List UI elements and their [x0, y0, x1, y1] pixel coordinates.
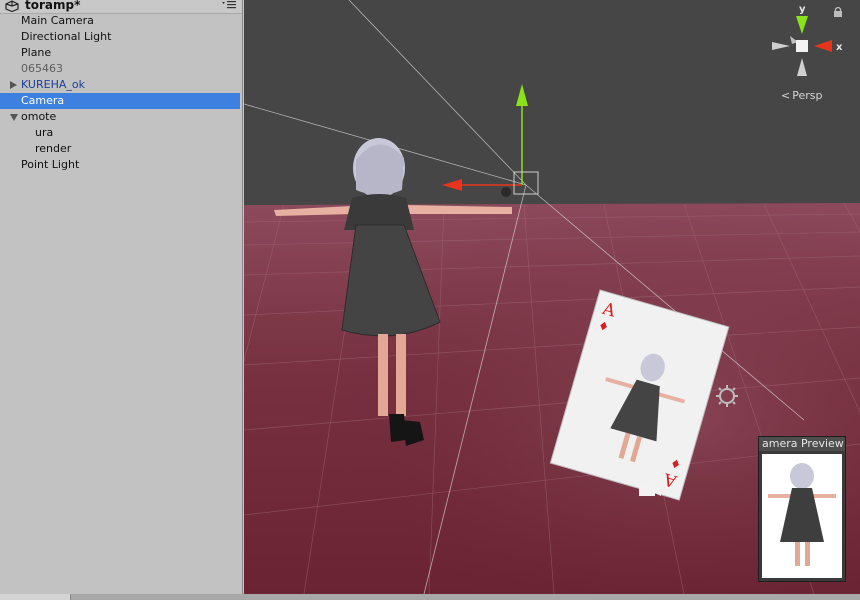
scene-view[interactable]: A ♦ A ♦ y x < Persp amera Preview: [244, 0, 860, 594]
hierarchy-item-render[interactable]: render: [0, 141, 240, 157]
hierarchy-item-kureha-ok[interactable]: KUREHA_ok: [0, 77, 240, 93]
projection-toggle[interactable]: < Persp: [781, 89, 822, 102]
scene-title: toramp*: [25, 0, 81, 12]
scene-header-row[interactable]: toramp*: [0, 0, 242, 14]
expand-arrow-icon[interactable]: [10, 81, 17, 89]
projection-label: Persp: [792, 89, 823, 102]
hierarchy-item-camera[interactable]: Camera: [0, 93, 240, 109]
bottom-tab[interactable]: [0, 594, 71, 600]
hierarchy-item-label: Directional Light: [21, 30, 112, 43]
gizmo-x-label: x: [836, 42, 843, 53]
hierarchy-item-label: ura: [35, 126, 54, 139]
hierarchy-item-omote[interactable]: omote: [0, 109, 240, 125]
gizmo-y-label: y: [799, 4, 806, 15]
hierarchy-item-directional-light[interactable]: Directional Light: [0, 29, 240, 45]
hierarchy-item-label: Point Light: [21, 158, 80, 171]
hierarchy-item-065463[interactable]: 065463: [0, 61, 240, 77]
hierarchy-item-plane[interactable]: Plane: [0, 45, 240, 61]
hierarchy-item-label: Plane: [21, 46, 52, 59]
hierarchy-item-label: KUREHA_ok: [21, 78, 85, 91]
hierarchy-item-ura[interactable]: ura: [0, 125, 240, 141]
hierarchy-panel: toramp* Main Camera Directional Light Pl…: [0, 0, 243, 594]
camera-preview-header: amera Preview: [759, 437, 845, 451]
hierarchy-menu-icon[interactable]: [222, 0, 236, 10]
lock-icon[interactable]: [833, 6, 843, 18]
camera-preview-frame: [762, 454, 842, 578]
hierarchy-item-label: 065463: [21, 62, 63, 75]
projection-chevron-icon: <: [781, 89, 791, 102]
camera-body: [501, 187, 511, 197]
camera-preview-render: [764, 456, 840, 576]
hierarchy-item-main-camera[interactable]: Main Camera: [0, 13, 240, 29]
hierarchy-item-label: Main Camera: [21, 14, 94, 27]
bottom-tab-strip: [0, 594, 860, 600]
hierarchy-item-label: render: [35, 142, 72, 155]
hierarchy-item-label: omote: [21, 110, 57, 123]
camera-preview-panel: amera Preview: [758, 436, 846, 582]
scene-sky: [244, 0, 860, 205]
hierarchy-item-point-light[interactable]: Point Light: [0, 157, 240, 173]
collapse-arrow-icon[interactable]: [10, 114, 18, 121]
hierarchy-item-label: Camera: [21, 94, 65, 107]
gizmo-center-cube[interactable]: [796, 40, 808, 52]
unity-scene-icon: [5, 0, 19, 12]
camera-preview-title: amera Preview: [762, 437, 844, 450]
